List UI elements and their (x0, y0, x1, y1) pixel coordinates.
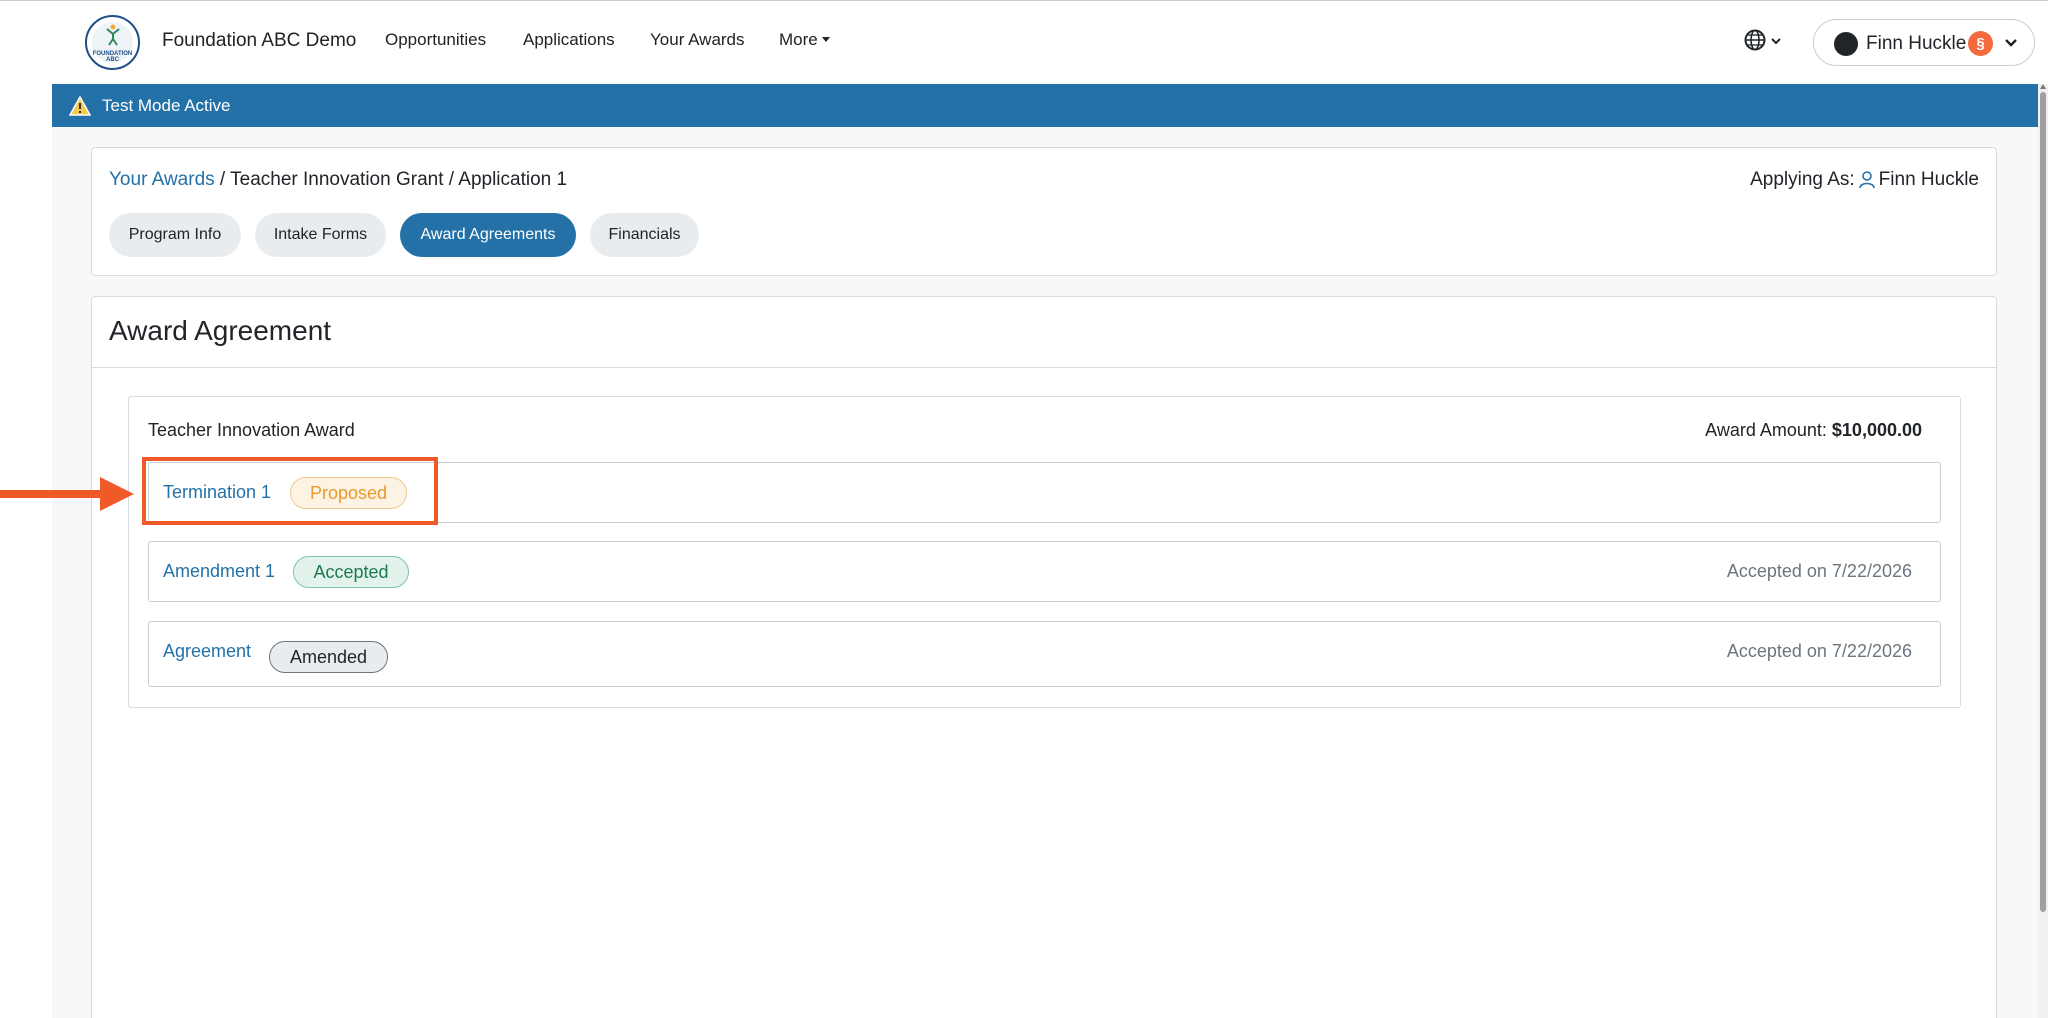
award-amount-label: Award Amount: (1705, 420, 1827, 440)
tab-financials[interactable]: Financials (590, 213, 699, 257)
chevron-down-icon[interactable] (1771, 37, 1781, 45)
user-icon (1858, 171, 1875, 189)
tab-award-agreements[interactable]: Award Agreements (400, 213, 576, 257)
nav-more[interactable]: More (779, 30, 830, 50)
applying-as-label: Applying As: (1750, 169, 1855, 190)
application-header-card (91, 147, 1997, 276)
agreement-link-amendment[interactable]: Amendment 1 (163, 561, 275, 582)
scrollbar-thumb[interactable] (2040, 92, 2046, 912)
user-menu[interactable]: Finn Huckle § (1813, 19, 2035, 66)
award-name: Teacher Innovation Award (148, 420, 355, 440)
agreement-row[interactable]: Amendment 1 Accepted Accepted on 7/22/20… (148, 541, 1941, 602)
breadcrumb: Your Awards / Teacher Innovation Grant /… (109, 169, 567, 191)
caret-down-icon (821, 37, 830, 42)
breadcrumb-separator: / (214, 169, 231, 190)
scroll-up-icon[interactable] (2040, 84, 2046, 89)
applying-as: Applying As: Finn Huckle (1750, 169, 1979, 191)
foundation-logo[interactable]: FOUNDATION ABC (85, 15, 140, 70)
chevron-down-icon (2005, 39, 2017, 47)
section-title: Award Agreement (109, 315, 332, 346)
logo-figure-icon (106, 24, 120, 46)
logo-text: FOUNDATION ABC (92, 51, 133, 63)
notification-badge[interactable]: § (1968, 31, 1993, 56)
accepted-date: Accepted on 7/22/2026 (1726, 561, 1912, 581)
award-amount-value: $10,000.00 (1831, 420, 1922, 440)
award-amount: Award Amount: $10,000.00 (1705, 420, 1922, 441)
test-mode-banner: Test Mode Active (52, 84, 2038, 127)
globe-icon[interactable] (1744, 29, 1766, 51)
brand-name[interactable]: Foundation ABC Demo (162, 30, 356, 52)
accepted-date: Accepted on 7/22/2026 (1726, 641, 1912, 661)
nav-applications[interactable]: Applications (523, 30, 615, 50)
pointer-arrow-icon (0, 477, 134, 511)
status-badge-amended: Amended (269, 641, 388, 673)
highlight-box (142, 457, 438, 525)
nav-more-label: More (779, 30, 818, 49)
divider (91, 367, 1997, 368)
tab-intake-forms[interactable]: Intake Forms (255, 213, 386, 257)
tab-program-info[interactable]: Program Info (109, 213, 241, 257)
status-badge-accepted: Accepted (293, 556, 409, 588)
breadcrumb-your-awards[interactable]: Your Awards (109, 169, 215, 190)
user-name: Finn Huckle (1866, 33, 1967, 54)
breadcrumb-current: Teacher Innovation Grant / Application 1 (230, 169, 568, 190)
test-mode-label: Test Mode Active (102, 96, 231, 115)
nav-opportunities[interactable]: Opportunities (385, 30, 486, 50)
nav-your-awards[interactable]: Your Awards (650, 30, 745, 50)
agreement-link-agreement[interactable]: Agreement (163, 641, 251, 662)
top-navbar: FOUNDATION ABC Foundation ABC Demo Oppor… (0, 0, 2048, 84)
applying-as-name: Finn Huckle (1878, 169, 1979, 190)
warning-icon (69, 96, 91, 116)
avatar (1834, 32, 1858, 56)
agreement-row[interactable]: Agreement Amended Accepted on 7/22/2026 (148, 621, 1941, 687)
page-scrollbar[interactable] (2038, 84, 2048, 1018)
